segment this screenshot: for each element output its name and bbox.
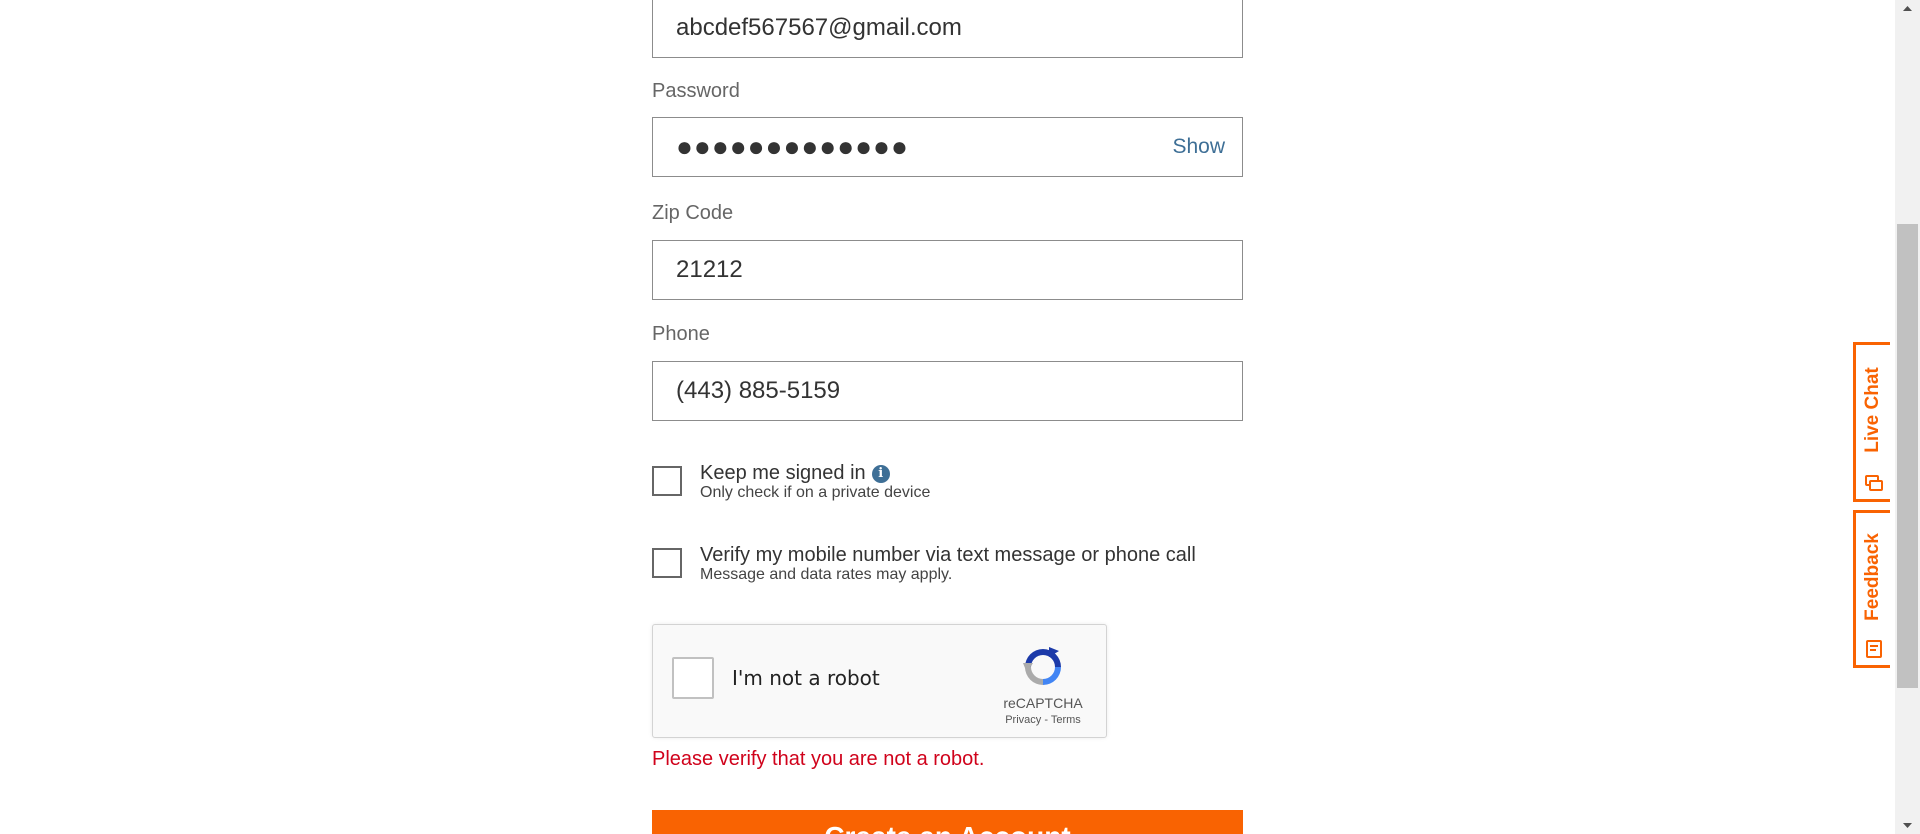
password-value: ●●●●●●●●●●●●●	[676, 131, 909, 162]
password-field[interactable]: ●●●●●●●●●●●●● Show	[652, 117, 1243, 177]
feedback-label: Feedback	[1862, 533, 1883, 621]
verify-mobile-checkbox[interactable]	[652, 548, 682, 578]
recaptcha-label: I'm not a robot	[732, 666, 880, 690]
scroll-down-arrow-icon[interactable]	[1895, 817, 1920, 834]
scrollbar-thumb[interactable]	[1897, 224, 1918, 688]
recaptcha-brand: reCAPTCHA	[1003, 695, 1083, 711]
scroll-up-arrow-icon[interactable]	[1895, 0, 1920, 17]
recaptcha-logo-icon	[1023, 647, 1061, 685]
vertical-scrollbar[interactable]	[1895, 0, 1920, 834]
recaptcha-error-message: Please verify that you are not a robot.	[652, 748, 985, 770]
phone-value: (443) 885-5159	[676, 377, 841, 404]
keep-signed-in-checkbox[interactable]	[652, 466, 682, 496]
password-label: Password	[652, 80, 740, 102]
show-password-button[interactable]: Show	[1172, 118, 1225, 176]
info-icon[interactable]: i	[871, 465, 890, 483]
feedback-tab[interactable]: Feedback	[1853, 510, 1890, 668]
keep-signed-in-text: Keep me signed in	[700, 462, 866, 484]
live-chat-label: Live Chat	[1862, 366, 1883, 453]
phone-label: Phone	[652, 323, 710, 345]
verify-mobile-row: Verify my mobile number via text message…	[652, 544, 1243, 588]
chat-icon	[1865, 475, 1883, 491]
zip-code-field[interactable]: 21212	[652, 240, 1243, 300]
recaptcha-checkbox[interactable]	[672, 657, 714, 699]
live-chat-tab[interactable]: Live Chat	[1853, 342, 1890, 502]
zip-code-value: 21212	[676, 256, 743, 283]
verify-mobile-label: Verify my mobile number via text message…	[700, 544, 1196, 566]
email-field[interactable]: abcdef567567@gmail.com	[652, 0, 1243, 58]
recaptcha-privacy-link[interactable]: Privacy	[1005, 714, 1041, 726]
recaptcha-links: Privacy - Terms	[998, 714, 1088, 726]
create-account-button[interactable]: Create an Account	[652, 810, 1243, 834]
zip-code-label: Zip Code	[652, 202, 734, 224]
feedback-icon	[1866, 640, 1882, 658]
keep-signed-in-row: Keep me signed in i Only check if on a pr…	[652, 462, 1243, 506]
email-value: abcdef567567@gmail.com	[676, 14, 962, 41]
recaptcha-link-separator: -	[1041, 714, 1051, 726]
recaptcha-widget: I'm not a robot reCAPTCHA Privacy - Term…	[652, 624, 1107, 738]
verify-mobile-subtext: Message and data rates may apply.	[700, 566, 953, 583]
phone-field[interactable]: (443) 885-5159	[652, 361, 1243, 421]
recaptcha-terms-link[interactable]: Terms	[1051, 714, 1081, 726]
keep-signed-in-subtext: Only check if on a private device	[700, 484, 931, 501]
keep-signed-in-label: Keep me signed in i	[700, 462, 890, 485]
page: abcdef567567@gmail.com Password ●●●●●●●●…	[0, 0, 1920, 834]
